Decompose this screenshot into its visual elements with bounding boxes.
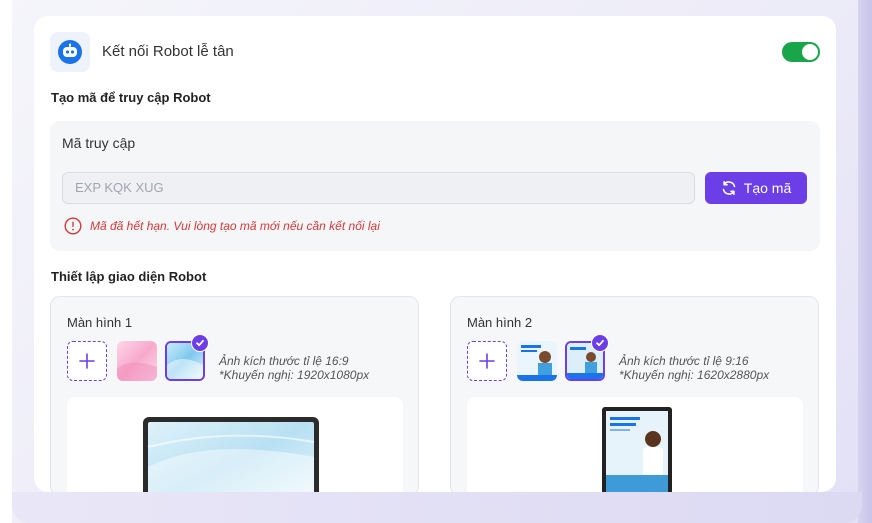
access-code-label: Mã truy cập <box>62 135 136 151</box>
generate-code-button[interactable]: Tạo mã <box>705 172 807 204</box>
ui-section-title: Thiết lập giao diện Robot <box>51 269 207 284</box>
alert-circle-icon <box>64 217 82 235</box>
poster-thumbnail-1[interactable] <box>517 341 557 381</box>
tablet-preview-image <box>143 417 319 492</box>
add-image-button[interactable] <box>467 341 507 381</box>
refresh-icon <box>722 181 736 195</box>
robot-icon <box>50 32 90 72</box>
plus-icon <box>79 353 95 369</box>
screen-1-size-hint: *Khuyến nghị: 1920x1080px <box>219 368 370 382</box>
screen-1-title: Màn hình 1 <box>67 315 133 330</box>
generate-code-label: Tạo mã <box>743 180 792 196</box>
screen-1-card: Màn hình 1 Ảnh kích thước tỉ lệ 16:9 *Kh… <box>50 296 419 492</box>
selected-check-icon <box>591 334 609 352</box>
error-text: Mã đã hết hạn. Vui lòng tạo mã mới nếu c… <box>90 219 380 233</box>
screen-2-title: Màn hình 2 <box>467 315 533 330</box>
robot-connect-header: Kết nối Robot lễ tân <box>50 32 820 72</box>
access-code-field[interactable]: EXP KQK XUG <box>62 172 695 204</box>
right-edge <box>858 0 872 523</box>
portrait-screen-preview-image <box>602 407 672 492</box>
robot-connect-title: Kết nối Robot lễ tân <box>102 43 234 60</box>
screen-1-ratio-hint: Ảnh kích thước tỉ lệ 16:9 <box>219 354 349 368</box>
selected-check-icon <box>191 334 209 352</box>
access-section-title: Tạo mã để truy cập Robot <box>51 90 211 105</box>
left-edge <box>0 0 12 523</box>
code-expired-message: Mã đã hết hạn. Vui lòng tạo mã mới nếu c… <box>64 216 380 236</box>
plus-icon <box>479 353 495 369</box>
bottom-band <box>12 492 862 523</box>
screen-2-preview <box>467 397 803 492</box>
screen-1-preview <box>67 397 403 492</box>
access-code-panel: Mã truy cập EXP KQK XUG Tạo mã Mã đã hết… <box>50 121 820 251</box>
toggle-knob <box>802 44 818 60</box>
robot-settings-card: Kết nối Robot lễ tân Tạo mã để truy cập … <box>34 16 836 492</box>
background-thumbnail-pink[interactable] <box>117 341 157 381</box>
add-image-button[interactable] <box>67 341 107 381</box>
robot-connect-toggle[interactable] <box>782 42 820 62</box>
screen-2-ratio-hint: Ảnh kích thước tỉ lệ 9:16 <box>619 354 749 368</box>
screen-2-size-hint: *Khuyến nghị: 1620x2880px <box>619 368 770 382</box>
screen-2-card: Màn hình 2 Ảnh kích thước tỉ lệ 9:16 *Kh… <box>450 296 819 492</box>
